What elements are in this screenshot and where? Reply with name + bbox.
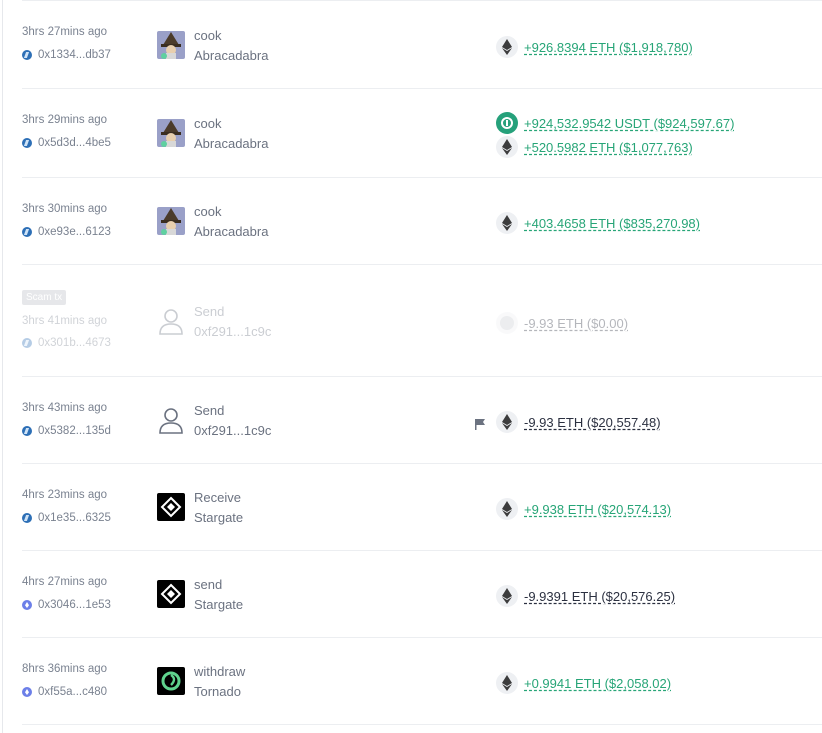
transfer-line: +9.938 ETH ($20,574.13) [496, 498, 671, 520]
tx-action: cook [194, 204, 222, 219]
tx-time: 3hrs 41mins ago [22, 315, 108, 327]
transaction-row-scam: Scam tx 3hrs 41mins ago 0x301b...4673 Se… [22, 265, 822, 377]
transaction-row: 8hrs 36mins ago 0xf55a...c480 withdraw T… [22, 638, 822, 725]
eth-icon [496, 36, 518, 58]
transfer-amount[interactable]: +926.8394 ETH ($1,918,780) [524, 40, 693, 55]
tx-time: 8hrs 36mins ago [22, 663, 108, 675]
tx-protocol[interactable]: Abracadabra [194, 48, 268, 63]
tx-protocol[interactable]: Stargate [194, 597, 243, 612]
tx-action: withdraw [194, 664, 246, 679]
usdt-icon [496, 112, 518, 134]
transfer-line: +520.5982 ETH ($1,077,763) [496, 136, 693, 158]
ethereum-icon [22, 600, 32, 610]
arbitrum-icon [22, 227, 32, 237]
tx-action: cook [194, 116, 222, 131]
transfer-amount[interactable]: +520.5982 ETH ($1,077,763) [524, 140, 693, 155]
transaction-row: 3hrs 30mins ago 0xe93e...6123 cook Abrac… [22, 178, 822, 265]
tx-time: 3hrs 43mins ago [22, 402, 108, 414]
tx-hash: 0x301b...4673 [38, 337, 111, 349]
tx-hash: 0xe93e...6123 [38, 226, 111, 238]
arbitrum-icon [22, 513, 32, 523]
stargate-icon [157, 580, 185, 608]
flag-icon[interactable] [474, 417, 486, 430]
unknown-token-icon [496, 312, 518, 334]
tx-hash: 0xf55a...c480 [38, 686, 108, 698]
transaction-row: 3hrs 27mins ago 0x1334...db37 cook Abrac… [22, 0, 822, 89]
transfer-amount[interactable]: +924,532.9542 USDT ($924,597.67) [524, 116, 734, 131]
abracadabra-wizard-icon [157, 119, 185, 147]
row-divider [22, 724, 822, 725]
tx-hash: 0x1e35...6325 [38, 512, 111, 524]
tx-counterparty[interactable]: 0xf291...1c9c [194, 324, 271, 339]
tx-hash-link[interactable]: 0x1e35...6325 [22, 512, 111, 524]
user-icon [157, 307, 185, 335]
transfer-line: +403.4658 ETH ($835,270.98) [496, 212, 700, 234]
tx-protocol[interactable]: Tornado [194, 684, 241, 699]
stargate-icon [157, 493, 185, 521]
abracadabra-wizard-icon [157, 31, 185, 59]
eth-icon [496, 411, 518, 433]
tx-time: 4hrs 27mins ago [22, 576, 108, 588]
tx-time: 4hrs 23mins ago [22, 489, 108, 501]
transfer-amount[interactable]: -9.93 ETH ($20,557.48) [524, 415, 661, 430]
tx-action: Receive [194, 490, 241, 505]
tx-action: Send [194, 304, 225, 319]
tornado-icon [157, 667, 185, 695]
arbitrum-icon [22, 138, 32, 148]
transfer-amount[interactable]: +9.938 ETH ($20,574.13) [524, 502, 671, 517]
tx-hash-link[interactable]: 0xe93e...6123 [22, 226, 111, 238]
tx-hash-link[interactable]: 0x5d3d...4be5 [22, 137, 111, 149]
tx-action: send [194, 577, 223, 592]
transfer-line: +924,532.9542 USDT ($924,597.67) [496, 112, 734, 134]
arbitrum-icon [22, 426, 32, 436]
transaction-row: 4hrs 27mins ago 0x3046...1e53 send Starg… [22, 551, 822, 638]
eth-icon [496, 212, 518, 234]
tx-time: 3hrs 30mins ago [22, 203, 108, 215]
tx-hash-link[interactable]: 0x301b...4673 [22, 337, 111, 349]
tx-hash-link[interactable]: 0x3046...1e53 [22, 599, 111, 611]
eth-icon [496, 498, 518, 520]
tx-protocol[interactable]: Stargate [194, 510, 243, 525]
tx-counterparty[interactable]: 0xf291...1c9c [194, 423, 271, 438]
tx-hash: 0x5d3d...4be5 [38, 137, 111, 149]
transfer-amount[interactable]: +403.4658 ETH ($835,270.98) [524, 216, 700, 231]
tx-hash: 0x5382...135d [38, 425, 111, 437]
eth-icon [496, 136, 518, 158]
abracadabra-wizard-icon [157, 207, 185, 235]
tx-hash-link[interactable]: 0xf55a...c480 [22, 686, 107, 698]
tx-protocol[interactable]: Abracadabra [194, 224, 268, 239]
transfer-line: +0.9941 ETH ($2,058.02) [496, 672, 671, 694]
eth-icon [496, 672, 518, 694]
transfer-line: +926.8394 ETH ($1,918,780) [496, 36, 693, 58]
arbitrum-icon [22, 50, 32, 60]
ethereum-icon [22, 687, 32, 697]
panel-left-border [2, 0, 3, 733]
tx-protocol[interactable]: Abracadabra [194, 136, 268, 151]
transfer-line: -9.93 ETH ($0.00) [496, 312, 628, 334]
user-icon [157, 406, 185, 434]
transfer-line: -9.9391 ETH ($20,576.25) [496, 585, 675, 607]
tx-action: cook [194, 28, 222, 43]
transfer-line: -9.93 ETH ($20,557.48) [496, 411, 661, 433]
transaction-row: 4hrs 23mins ago 0x1e35...6325 Receive St… [22, 464, 822, 551]
tx-hash-link[interactable]: 0x5382...135d [22, 425, 111, 437]
transaction-row: 3hrs 43mins ago 0x5382...135d Send 0xf29… [22, 377, 822, 464]
transfer-amount[interactable]: -9.9391 ETH ($20,576.25) [524, 589, 675, 604]
tx-action: Send [194, 403, 225, 418]
tx-hash-link[interactable]: 0x1334...db37 [22, 49, 111, 61]
tx-hash: 0x3046...1e53 [38, 599, 111, 611]
transaction-row: 3hrs 29mins ago 0x5d3d...4be5 cook Abrac… [22, 89, 822, 178]
transfer-amount[interactable]: +0.9941 ETH ($2,058.02) [524, 676, 671, 691]
scam-badge: Scam tx [22, 290, 67, 305]
eth-icon [496, 585, 518, 607]
tx-time: 3hrs 29mins ago [22, 114, 108, 126]
transfer-amount[interactable]: -9.93 ETH ($0.00) [524, 316, 628, 331]
arbitrum-icon [22, 338, 32, 348]
tx-hash: 0x1334...db37 [38, 49, 111, 61]
tx-time: 3hrs 27mins ago [22, 26, 108, 38]
